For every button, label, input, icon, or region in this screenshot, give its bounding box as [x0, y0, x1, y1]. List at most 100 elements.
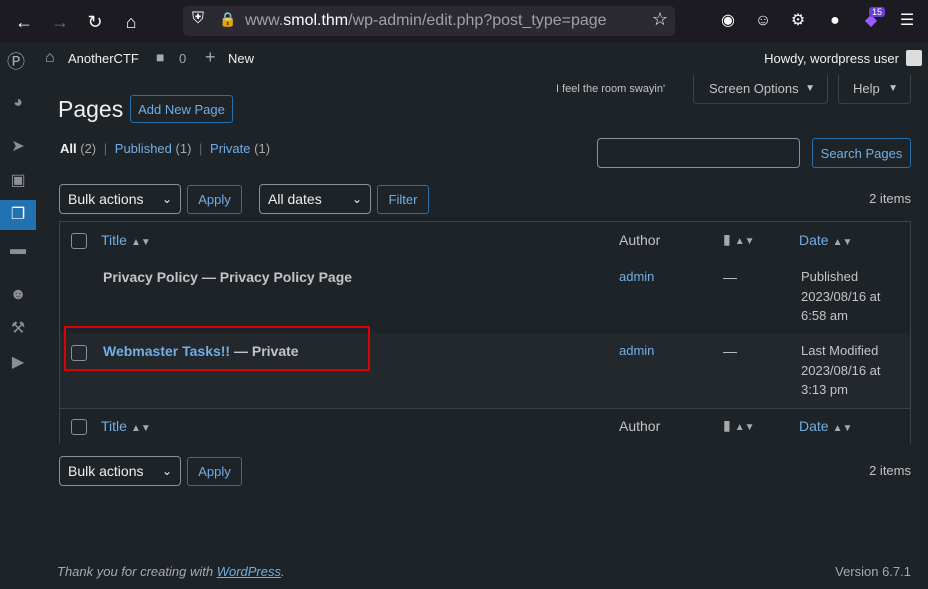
date-status: Last Modified	[801, 343, 879, 358]
red-highlight-box	[64, 326, 370, 371]
page-title-link[interactable]: Privacy Policy — Privacy Policy Page	[103, 269, 352, 285]
sort-arrows-icon: ▲▼	[130, 237, 151, 248]
pocket-icon[interactable]: ◉	[717, 10, 739, 32]
cookie-extension-icon[interactable]: ●	[824, 10, 846, 32]
comment-bubble-icon[interactable]: ■	[156, 49, 164, 65]
author-link[interactable]: admin	[619, 343, 654, 358]
row-post-state: — Privacy Policy Page	[201, 269, 353, 285]
url-host: smol.thm	[283, 12, 349, 29]
date-column-footer[interactable]: Date ▲▼	[799, 418, 852, 434]
title-column-footer[interactable]: Title ▲▼	[101, 418, 151, 434]
filter-published-link[interactable]: Published	[115, 141, 172, 156]
collapse-menu-icon[interactable]: ▶	[0, 348, 36, 378]
shield-icon[interactable]: ⛨	[192, 10, 204, 28]
url-text[interactable]: www.smol.thm/wp-admin/edit.php?post_type…	[245, 12, 607, 30]
bulk-actions-value: Bulk actions	[68, 463, 144, 479]
table-header: Title ▲▼ Author ▮ ▲▼ Date ▲▼	[60, 222, 910, 260]
avatar[interactable]	[906, 50, 922, 66]
filter-separator: |	[103, 141, 108, 156]
comments-value: —	[723, 269, 737, 285]
dates-value: All dates	[268, 191, 322, 207]
filter-private-link[interactable]: Private	[210, 141, 250, 156]
search-pages-button[interactable]: Search Pages	[812, 138, 911, 168]
home-icon[interactable]: ⌂	[118, 9, 144, 35]
date-line: 2023/08/16 at	[801, 362, 881, 378]
caret-down-icon: ▼	[805, 83, 815, 94]
bulk-actions-select-top[interactable]: Bulk actions ⌄	[59, 184, 181, 214]
sort-arrows-icon: ▲▼	[832, 423, 853, 434]
menu-icon[interactable]: ☰	[896, 10, 918, 32]
site-name-link[interactable]: AnotherCTF	[68, 51, 139, 66]
title-column-label: Title	[101, 418, 127, 434]
date-time: 6:58 am	[801, 308, 848, 323]
comments-value: —	[723, 343, 737, 359]
table-row: Privacy Policy — Privacy Policy Page adm…	[60, 259, 910, 333]
items-count-bottom: 2 items	[869, 463, 911, 478]
select-all-checkbox[interactable]	[71, 233, 87, 249]
author-link[interactable]: admin	[619, 269, 654, 284]
extension-badge-count: 15	[869, 7, 886, 17]
wordpress-link[interactable]: WordPress	[217, 564, 281, 579]
howdy-user-link[interactable]: Howdy, wordpress user	[764, 51, 899, 66]
plus-icon[interactable]: +	[205, 47, 216, 68]
wp-admin-bar: Ⓟ ⌂ AnotherCTF ■ 0 + New Howdy, wordpres…	[0, 43, 928, 75]
comment-bubble-icon: ▮	[723, 417, 731, 433]
comments-column-footer[interactable]: ▮ ▲▼	[723, 417, 755, 434]
dashboard-gauge-icon[interactable]: ◕	[0, 88, 36, 118]
help-button[interactable]: Help ▼	[838, 75, 911, 104]
filter-all-link[interactable]: All	[60, 141, 77, 156]
main-content: Pages Add New Page I feel the room swayi…	[36, 75, 928, 589]
comments-column-header[interactable]: ▮ ▲▼	[723, 231, 755, 248]
house-icon[interactable]: ⌂	[45, 49, 55, 67]
date-line: 2023/08/16 at	[801, 288, 881, 304]
date-column-header[interactable]: Date ▲▼	[799, 232, 852, 248]
chevron-down-icon: ⌄	[351, 192, 362, 206]
date-cell: Published 2023/08/16 at 6:58 am	[801, 267, 881, 326]
comments-icon[interactable]: ▬	[0, 235, 36, 265]
users-icon[interactable]: ☻	[0, 280, 36, 310]
sort-arrows-icon: ▲▼	[130, 423, 151, 434]
search-pages-input[interactable]	[597, 138, 800, 168]
bulk-actions-select-bottom[interactable]: Bulk actions ⌄	[59, 456, 181, 486]
admin-sidebar: ◕ ➤ ▣ ❐ ▬ ☻ ⚒ ▶	[0, 75, 36, 589]
extensions-icon[interactable]: ⚙	[787, 10, 809, 32]
media-icon[interactable]: ▣	[0, 166, 36, 196]
filter-all-count: (2)	[80, 141, 97, 156]
sort-arrows-icon: ▲▼	[832, 237, 853, 248]
comment-bubble-icon: ▮	[723, 231, 731, 247]
back-arrow-icon[interactable]: ←	[11, 9, 37, 35]
pages-icon[interactable]: ❐	[0, 200, 36, 230]
apply-button-bottom[interactable]: Apply	[187, 457, 242, 486]
footer-thanks-text: Thank you for creating with	[57, 564, 217, 579]
filter-button[interactable]: Filter	[377, 185, 429, 214]
wordpress-logo-icon[interactable]: Ⓟ	[7, 48, 25, 74]
reload-icon[interactable]: ↻	[82, 9, 108, 35]
address-bar[interactable]: ⛨ 🔒 www.smol.thm/wp-admin/edit.php?post_…	[183, 6, 675, 36]
new-content-link[interactable]: New	[228, 51, 254, 66]
sort-arrows-icon: ▲▼	[734, 236, 755, 247]
account-icon[interactable]: ☺	[752, 10, 774, 32]
date-column-label: Date	[799, 232, 829, 248]
lock-icon[interactable]: 🔒	[219, 11, 236, 28]
author-column-header: Author	[619, 232, 661, 248]
title-column-header[interactable]: Title ▲▼	[101, 232, 151, 248]
footer-period: .	[281, 564, 285, 579]
wp-version: Version 6.7.1	[835, 564, 911, 579]
date-cell: Last Modified 2023/08/16 at 3:13 pm	[801, 341, 881, 400]
hello-dolly-lyric: I feel the room swayin'	[556, 83, 666, 95]
url-path: /wp-admin/edit.php?post_type=page	[348, 12, 607, 29]
comments-count[interactable]: 0	[179, 51, 186, 66]
posts-pin-icon[interactable]: ➤	[0, 132, 36, 162]
tools-wrench-icon[interactable]: ⚒	[0, 314, 36, 344]
add-new-page-button[interactable]: Add New Page	[130, 95, 233, 123]
select-all-checkbox-bottom[interactable]	[71, 419, 87, 435]
page-title: Pages	[58, 96, 124, 122]
table-footer: Title ▲▼ Author ▮ ▲▼ Date ▲▼	[60, 408, 910, 445]
title-column-label: Title	[101, 232, 127, 248]
dates-select[interactable]: All dates ⌄	[259, 184, 371, 214]
row-title: Privacy Policy	[103, 269, 198, 285]
apply-button-top[interactable]: Apply	[187, 185, 242, 214]
screen-options-button[interactable]: Screen Options ▼	[693, 75, 828, 104]
bookmark-star-icon[interactable]: ☆	[652, 9, 668, 30]
forward-arrow-icon[interactable]: →	[47, 9, 73, 35]
